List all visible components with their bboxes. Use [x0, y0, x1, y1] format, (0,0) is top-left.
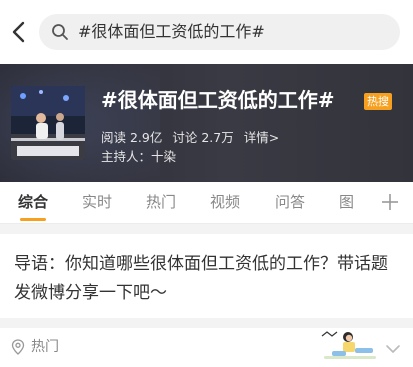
tab-realtime[interactable]: 实时 — [82, 192, 112, 212]
section-divider — [0, 318, 413, 328]
mascot-illustration — [318, 328, 382, 362]
active-tab-indicator — [20, 218, 46, 221]
topic-thumbnail[interactable] — [11, 86, 85, 160]
tab-images[interactable]: 图 — [339, 192, 354, 212]
search-query: #很体面但工资低的工作# — [78, 22, 265, 41]
topic-guide-text: 导语：你知道哪些很体面但工资低的工作？带话题发微博分享一下吧～ — [14, 254, 388, 303]
tab-qa[interactable]: 问答 — [275, 192, 305, 212]
discussion-count: 讨论 2.7万 — [172, 130, 234, 145]
topic-stats: 阅读 2.9亿 讨论 2.7万 详情> — [101, 129, 285, 147]
hot-section-header[interactable]: 热门 — [0, 328, 413, 367]
search-input[interactable]: #很体面但工资低的工作# — [39, 14, 400, 50]
details-link[interactable]: 详情> — [244, 130, 279, 145]
tab-video[interactable]: 视频 — [210, 192, 240, 212]
topic-host[interactable]: 主持人：十染 — [101, 148, 176, 166]
topic-header: #很体面但工资低的工作# 热搜 阅读 2.9亿 讨论 2.7万 详情> 主持人：… — [0, 64, 413, 182]
topic-title: #很体面但工资低的工作# — [101, 88, 335, 112]
hot-label: 热门 — [31, 339, 59, 355]
location-pin-icon — [11, 339, 25, 355]
tab-bar: 综合 实时 热门 视频 问答 图 — [0, 182, 413, 224]
tab-hot[interactable]: 热门 — [146, 192, 176, 212]
back-icon[interactable] — [8, 18, 32, 46]
search-icon — [51, 23, 69, 41]
read-count: 阅读 2.9亿 — [101, 130, 163, 145]
plus-icon[interactable] — [381, 193, 399, 211]
chevron-down-icon[interactable] — [385, 340, 401, 353]
top-bar: #很体面但工资低的工作# — [0, 0, 413, 64]
tab-comprehensive[interactable]: 综合 — [18, 192, 48, 212]
section-divider — [0, 224, 413, 234]
hot-search-badge: 热搜 — [364, 93, 392, 110]
